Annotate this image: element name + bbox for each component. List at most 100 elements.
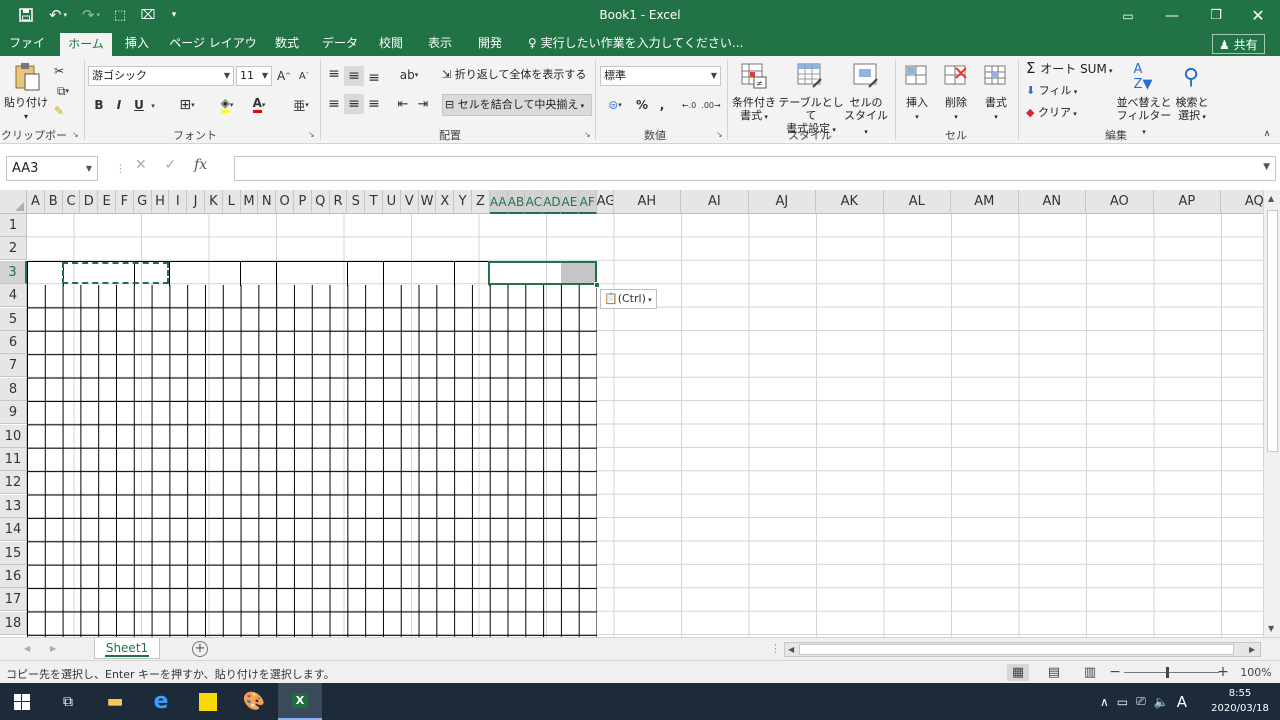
column-header[interactable]: AA <box>489 190 508 214</box>
format-cells-button[interactable]: 書式 ▾ <box>979 96 1013 124</box>
column-header[interactable]: P <box>294 190 312 214</box>
column-header[interactable]: H <box>151 190 170 214</box>
cut-icon[interactable]: ✂ <box>50 62 68 80</box>
tab-formulas[interactable]: 数式 <box>268 31 306 56</box>
format-cells-icon[interactable] <box>982 62 1010 90</box>
grow-font-icon[interactable]: A ^ <box>276 68 292 84</box>
column-header[interactable]: AK <box>816 190 884 214</box>
column-header[interactable]: X <box>436 190 455 214</box>
align-left-icon[interactable]: ≡ <box>326 96 342 112</box>
row-header[interactable]: 2 <box>0 237 27 261</box>
restore-icon[interactable]: ❐ <box>1194 0 1238 31</box>
align-right-icon[interactable]: ≡ <box>366 96 382 112</box>
fill-handle[interactable] <box>594 282 600 288</box>
column-header[interactable]: AG <box>596 190 614 214</box>
row-header[interactable]: 3 <box>0 260 27 284</box>
scroll-up-icon[interactable]: ▲ <box>1268 194 1274 203</box>
row-header[interactable]: 12 <box>0 471 27 495</box>
sheet-tab-sheet1[interactable]: Sheet1 <box>94 638 160 659</box>
delete-cells-button[interactable]: 削除 ▾ <box>939 96 973 124</box>
tab-view[interactable]: 表示 <box>421 31 459 56</box>
zoom-in-icon[interactable]: + <box>1212 664 1234 681</box>
network-icon[interactable]: ⎚ <box>1136 694 1146 709</box>
accounting-format-icon[interactable]: ⊜ ▾ <box>600 96 630 114</box>
tab-review[interactable]: 校閲 <box>372 31 410 56</box>
column-header[interactable]: AM <box>951 190 1019 214</box>
tab-developer[interactable]: 開発 <box>471 31 509 56</box>
next-sheet-icon[interactable]: ▶ <box>50 644 56 653</box>
column-header[interactable]: V <box>400 190 419 214</box>
column-header[interactable]: C <box>62 190 81 214</box>
borders-icon[interactable]: ⊞ ▾ <box>172 96 202 114</box>
orientation-icon[interactable]: ab ▾ <box>394 66 424 84</box>
row-header[interactable]: 14 <box>0 518 27 542</box>
insert-cells-button[interactable]: 挿入 ▾ <box>900 96 934 124</box>
name-box[interactable]: AA3 ▼ <box>6 156 98 181</box>
decrease-indent-icon[interactable]: ⇤ <box>394 96 412 112</box>
clipboard-launcher-icon[interactable]: ↘ <box>72 130 79 139</box>
normal-view-icon[interactable]: ▦ <box>1007 664 1029 681</box>
column-header[interactable]: M <box>240 190 259 214</box>
column-header[interactable]: AC <box>525 190 544 214</box>
column-header[interactable]: AQ <box>1221 190 1263 214</box>
tab-data[interactable]: データ <box>318 31 362 56</box>
middle-align-icon[interactable]: ≡ <box>344 66 364 86</box>
file-explorer-icon[interactable]: ▬ <box>93 683 137 720</box>
active-selection[interactable] <box>488 261 597 285</box>
percent-button[interactable]: % <box>634 96 650 114</box>
paste-options-button[interactable]: 📋(Ctrl) ▾ <box>600 289 657 309</box>
minimize-icon[interactable]: — <box>1150 0 1194 31</box>
clear-button[interactable]: ◆ クリア ▾ <box>1026 106 1086 121</box>
formula-input[interactable]: ▼ <box>234 156 1276 181</box>
column-header[interactable]: A <box>27 190 45 214</box>
row-header[interactable]: 1 <box>0 214 27 237</box>
fill-color-icon[interactable]: ◈ ▾ <box>212 96 242 114</box>
share-button[interactable]: ♟ 共有 <box>1212 34 1265 54</box>
italic-button[interactable]: I <box>112 96 126 114</box>
row-header[interactable]: 17 <box>0 588 27 612</box>
paste-button[interactable]: 貼り付け ▾ <box>4 96 48 123</box>
column-header[interactable]: AJ <box>748 190 817 214</box>
format-as-table-icon[interactable] <box>796 62 824 90</box>
zoom-out-icon[interactable]: − <box>1104 664 1126 681</box>
ribbon-display-options-icon[interactable]: ▭ <box>1106 0 1150 31</box>
task-view-icon[interactable]: ⧉ <box>46 683 90 720</box>
volume-icon[interactable]: 🔈 <box>1154 695 1169 709</box>
row-header[interactable]: 11 <box>0 448 27 471</box>
format-painter-icon[interactable]: ✎ <box>50 102 68 120</box>
column-header[interactable]: Q <box>311 190 330 214</box>
row-header[interactable]: 8 <box>0 377 27 401</box>
number-format-combo[interactable]: 標準 ▼ <box>600 66 721 86</box>
start-button-icon[interactable] <box>0 683 44 720</box>
clock[interactable]: 8:55 2020/03/18 <box>1210 686 1270 716</box>
column-header[interactable]: E <box>98 190 116 214</box>
vertical-scrollbar[interactable]: ▲ ▼ <box>1263 190 1280 637</box>
increase-decimal-icon[interactable]: ←.0 <box>680 96 698 114</box>
bordered-range[interactable] <box>27 285 597 637</box>
cell-styles-icon[interactable] <box>852 62 880 90</box>
scroll-left-icon[interactable]: ◀ <box>788 645 794 654</box>
zoom-level[interactable]: 100% <box>1236 664 1276 681</box>
column-header[interactable]: K <box>205 190 223 214</box>
comma-button[interactable]: , <box>654 96 670 114</box>
column-header[interactable]: G <box>133 190 152 214</box>
column-header[interactable]: D <box>80 190 99 214</box>
new-sheet-button[interactable]: + <box>192 641 208 657</box>
tab-file[interactable]: ファイル <box>4 31 50 75</box>
column-header[interactable]: AN <box>1018 190 1087 214</box>
column-header[interactable]: R <box>329 190 348 214</box>
tab-home[interactable]: ホーム <box>60 33 112 56</box>
alignment-launcher-icon[interactable]: ↘ <box>584 130 591 139</box>
horizontal-scroll-thumb[interactable] <box>799 644 1234 655</box>
copy-icon[interactable]: ⧉ ▾ <box>50 82 76 100</box>
column-header[interactable]: AD <box>543 190 561 214</box>
row-header[interactable]: 4 <box>0 284 27 308</box>
font-color-icon[interactable]: A ▾ <box>244 96 274 114</box>
insert-function-icon[interactable]: fx <box>194 157 207 173</box>
page-layout-view-icon[interactable]: ▤ <box>1043 664 1065 681</box>
delete-cells-icon[interactable] <box>942 62 970 90</box>
number-launcher-icon[interactable]: ↘ <box>716 130 723 139</box>
increase-indent-icon[interactable]: ⇥ <box>414 96 432 112</box>
prev-sheet-icon[interactable]: ◀ <box>24 644 30 653</box>
column-header[interactable]: U <box>383 190 401 214</box>
